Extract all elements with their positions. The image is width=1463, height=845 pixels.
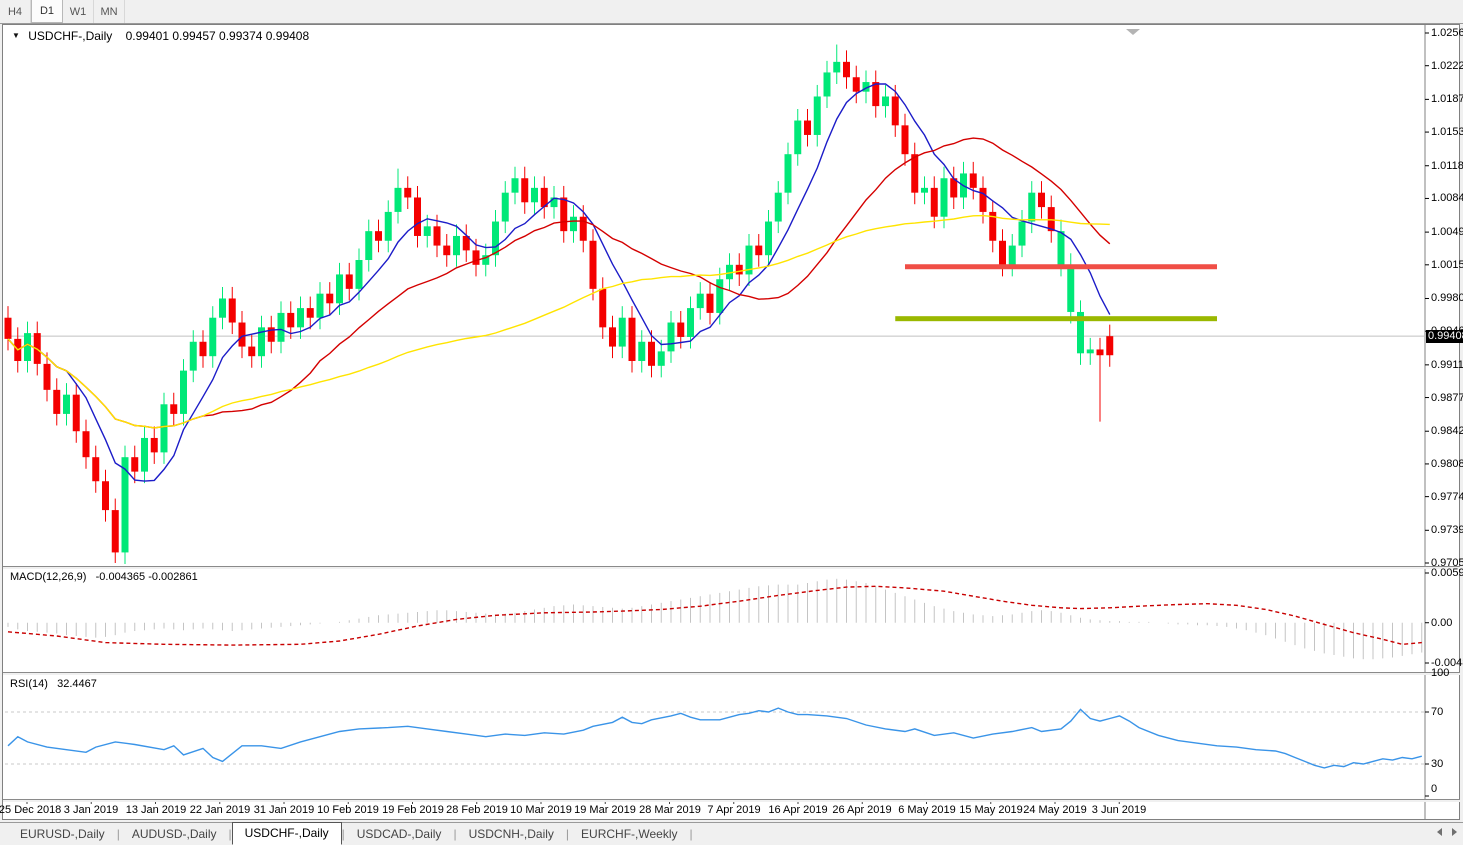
chart-tab-usdcad-daily[interactable]: USDCAD-,Daily <box>345 824 454 845</box>
price-axis-label: 0.98770 <box>1431 392 1463 404</box>
price-axis-label: 1.02220 <box>1431 60 1463 72</box>
date-axis-label: 24 May 2019 <box>1023 804 1087 816</box>
macd-indicator-label: MACD(12,26,9) -0.004365 -0.002861 <box>10 571 198 583</box>
tab-separator: | <box>689 824 692 845</box>
chart-symbol-label: USDCHF-,Daily <box>28 29 112 43</box>
panel-separator-rsi[interactable] <box>3 672 1460 675</box>
date-axis-label: 26 Apr 2019 <box>832 804 891 816</box>
chart-window[interactable] <box>2 24 1460 820</box>
chart-tab-usdchf-daily[interactable]: USDCHF-,Daily <box>232 822 342 845</box>
date-axis-label: 19 Feb 2019 <box>382 804 444 816</box>
tab-scroll-left-icon[interactable] <box>1437 828 1442 836</box>
price-axis-label: 0.99110 <box>1431 359 1463 371</box>
price-axis-label: 0.97740 <box>1431 491 1463 503</box>
current-price-tag: 0.99408 <box>1426 330 1463 343</box>
date-axis-label: 10 Feb 2019 <box>317 804 379 816</box>
price-axis-label: 0.98420 <box>1431 425 1463 437</box>
price-axis-label: 0.98080 <box>1431 458 1463 470</box>
date-axis-label: 31 Jan 2019 <box>254 804 315 816</box>
price-axis-label: 0.97390 <box>1431 524 1463 536</box>
date-axis-label: 15 May 2019 <box>959 804 1023 816</box>
date-axis-label: 3 Jun 2019 <box>1092 804 1146 816</box>
macd-axis-label: 0.00 <box>1431 617 1452 629</box>
date-axis-label: 22 Jan 2019 <box>190 804 251 816</box>
timeframe-toolbar: H4D1W1MN <box>0 0 1463 24</box>
timeframe-button-mn[interactable]: MN <box>94 0 125 23</box>
tab-scroll-arrows <box>1437 828 1457 836</box>
date-axis-label: 16 Apr 2019 <box>768 804 827 816</box>
price-axis-label: 1.00840 <box>1431 192 1463 204</box>
rsi-indicator-label: RSI(14) 32.4467 <box>10 678 97 690</box>
rsi-axis-label: 70 <box>1431 706 1443 718</box>
price-axis-label: 0.99800 <box>1431 292 1463 304</box>
timeframe-button-h4[interactable]: H4 <box>0 0 31 23</box>
panel-separator-macd[interactable] <box>3 566 1460 569</box>
date-axis-label: 28 Mar 2019 <box>639 804 701 816</box>
timeframe-button-w1[interactable]: W1 <box>63 0 94 23</box>
price-axis-label: 1.01870 <box>1431 93 1463 105</box>
chart-title: ▼ USDCHF-,Daily 0.99401 0.99457 0.99374 … <box>12 29 309 43</box>
terminal-window: H4D1W1MN ▼ USDCHF-,Daily 0.99401 0.99457… <box>0 0 1463 845</box>
date-axis-label: 10 Mar 2019 <box>510 804 572 816</box>
timeframe-button-d1[interactable]: D1 <box>31 0 63 23</box>
panel-separator-dates <box>3 799 1460 802</box>
rsi-axis-label: 0 <box>1431 783 1437 795</box>
price-axis-label: 1.02560 <box>1431 27 1463 39</box>
date-axis-label: 3 Jan 2019 <box>64 804 118 816</box>
tab-scroll-right-icon[interactable] <box>1452 828 1457 836</box>
date-axis-label: 25 Dec 2018 <box>0 804 61 816</box>
chart-tab-eurusd-daily[interactable]: EURUSD-,Daily <box>8 824 117 845</box>
price-axis-label: 1.01530 <box>1431 126 1463 138</box>
symbol-tab-bar: EURUSD-,Daily|AUDUSD-,Daily|USDCHF-,Dail… <box>0 822 1463 845</box>
chart-tab-usdcnh-daily[interactable]: USDCNH-,Daily <box>457 824 566 845</box>
date-axis-label: 13 Jan 2019 <box>126 804 187 816</box>
chart-dropdown-icon[interactable]: ▼ <box>12 31 20 40</box>
macd-axis-label: 0.005999 <box>1431 567 1463 579</box>
price-axis-label: 1.01180 <box>1431 160 1463 172</box>
rsi-axis-label: 100 <box>1431 667 1449 679</box>
date-axis-label: 19 Mar 2019 <box>574 804 636 816</box>
price-axis-label: 1.00150 <box>1431 259 1463 271</box>
chart-tab-audusd-daily[interactable]: AUDUSD-,Daily <box>120 824 229 845</box>
rsi-value: 32.4467 <box>57 678 97 690</box>
price-axis-label: 1.00490 <box>1431 226 1463 238</box>
macd-values: -0.004365 -0.002861 <box>96 571 198 583</box>
rsi-axis-label: 30 <box>1431 758 1443 770</box>
chart-tab-eurchf-weekly[interactable]: EURCHF-,Weekly <box>569 824 689 845</box>
date-axis-label: 28 Feb 2019 <box>446 804 508 816</box>
chart-ohlc-values: 0.99401 0.99457 0.99374 0.99408 <box>126 29 310 43</box>
date-axis-label: 6 May 2019 <box>898 804 955 816</box>
date-axis-label: 7 Apr 2019 <box>707 804 760 816</box>
